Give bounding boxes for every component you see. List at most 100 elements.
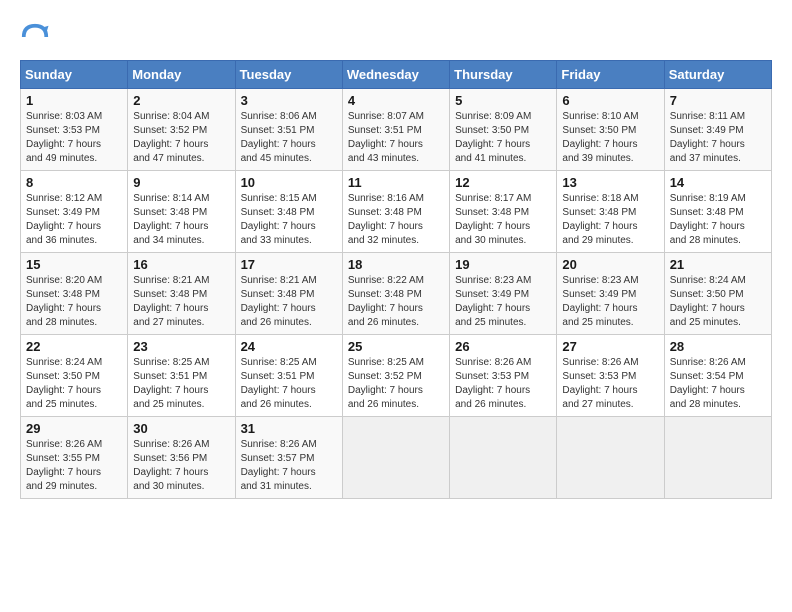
day-info: Sunrise: 8:03 AM Sunset: 3:53 PM Dayligh… xyxy=(26,110,122,166)
day-number: 30 xyxy=(133,421,229,436)
day-info: Sunrise: 8:26 AM Sunset: 3:53 PM Dayligh… xyxy=(562,356,658,412)
calendar-cell: 1 Sunrise: 8:03 AM Sunset: 3:53 PM Daylig… xyxy=(21,89,128,171)
calendar-cell: 9Sunrise: 8:14 AM Sunset: 3:48 PM Daylig… xyxy=(128,171,235,253)
day-number: 18 xyxy=(348,257,444,272)
day-number: 24 xyxy=(241,339,337,354)
day-info: Sunrise: 8:24 AM Sunset: 3:50 PM Dayligh… xyxy=(670,274,766,330)
calendar-cell: 17Sunrise: 8:21 AM Sunset: 3:48 PM Dayli… xyxy=(235,253,342,335)
calendar-week-1: 1 Sunrise: 8:03 AM Sunset: 3:53 PM Daylig… xyxy=(21,89,772,171)
calendar-cell: 19 Sunrise: 8:23 AM Sunset: 3:49 PM Dayli… xyxy=(450,253,557,335)
logo xyxy=(20,22,54,52)
calendar-cell xyxy=(342,417,449,499)
day-info: Sunrise: 8:24 AM Sunset: 3:50 PM Dayligh… xyxy=(26,356,122,412)
day-info: Sunrise: 8:21 AM Sunset: 3:48 PM Dayligh… xyxy=(133,274,229,330)
calendar-cell: 7 Sunrise: 8:11 AM Sunset: 3:49 PM Daylig… xyxy=(664,89,771,171)
day-number: 9 xyxy=(133,175,229,190)
calendar-cell: 27 Sunrise: 8:26 AM Sunset: 3:53 PM Dayli… xyxy=(557,335,664,417)
day-info: Sunrise: 8:23 AM Sunset: 3:49 PM Dayligh… xyxy=(562,274,658,330)
day-number: 3 xyxy=(241,93,337,108)
calendar-cell: 18 Sunrise: 8:22 AM Sunset: 3:48 PM Dayli… xyxy=(342,253,449,335)
day-number: 14 xyxy=(670,175,766,190)
day-number: 11 xyxy=(348,175,444,190)
day-info: Sunrise: 8:04 AM Sunset: 3:52 PM Dayligh… xyxy=(133,110,229,166)
day-number: 28 xyxy=(670,339,766,354)
day-info: Sunrise: 8:11 AM Sunset: 3:49 PM Dayligh… xyxy=(670,110,766,166)
calendar-cell: 3 Sunrise: 8:06 AM Sunset: 3:51 PM Daylig… xyxy=(235,89,342,171)
calendar-cell: 29 Sunrise: 8:26 AM Sunset: 3:55 PM Dayli… xyxy=(21,417,128,499)
day-number: 23 xyxy=(133,339,229,354)
day-info: Sunrise: 8:20 AM Sunset: 3:48 PM Dayligh… xyxy=(26,274,122,330)
calendar-cell: 14 Sunrise: 8:19 AM Sunset: 3:48 PM Dayli… xyxy=(664,171,771,253)
calendar-cell: 28 Sunrise: 8:26 AM Sunset: 3:54 PM Dayli… xyxy=(664,335,771,417)
day-info: Sunrise: 8:22 AM Sunset: 3:48 PM Dayligh… xyxy=(348,274,444,330)
day-number: 10 xyxy=(241,175,337,190)
logo-icon xyxy=(20,22,50,52)
calendar-cell: 24 Sunrise: 8:25 AM Sunset: 3:51 PM Dayli… xyxy=(235,335,342,417)
calendar-cell: 31 Sunrise: 8:26 AM Sunset: 3:57 PM Dayli… xyxy=(235,417,342,499)
day-info: Sunrise: 8:23 AM Sunset: 3:49 PM Dayligh… xyxy=(455,274,551,330)
day-info: Sunrise: 8:25 AM Sunset: 3:51 PM Dayligh… xyxy=(241,356,337,412)
calendar-cell: 2 Sunrise: 8:04 AM Sunset: 3:52 PM Daylig… xyxy=(128,89,235,171)
day-number: 29 xyxy=(26,421,122,436)
day-info: Sunrise: 8:25 AM Sunset: 3:51 PM Dayligh… xyxy=(133,356,229,412)
day-number: 4 xyxy=(348,93,444,108)
day-number: 2 xyxy=(133,93,229,108)
calendar-cell: 25 Sunrise: 8:25 AM Sunset: 3:52 PM Dayli… xyxy=(342,335,449,417)
calendar-week-3: 15 Sunrise: 8:20 AM Sunset: 3:48 PM Dayli… xyxy=(21,253,772,335)
column-header-saturday: Saturday xyxy=(664,61,771,89)
column-header-wednesday: Wednesday xyxy=(342,61,449,89)
day-number: 25 xyxy=(348,339,444,354)
day-number: 1 xyxy=(26,93,122,108)
calendar-header: SundayMondayTuesdayWednesdayThursdayFrid… xyxy=(21,61,772,89)
day-info: Sunrise: 8:25 AM Sunset: 3:52 PM Dayligh… xyxy=(348,356,444,412)
day-info: Sunrise: 8:26 AM Sunset: 3:55 PM Dayligh… xyxy=(26,438,122,494)
calendar-cell: 13 Sunrise: 8:18 AM Sunset: 3:48 PM Dayli… xyxy=(557,171,664,253)
column-header-sunday: Sunday xyxy=(21,61,128,89)
calendar-body: 1 Sunrise: 8:03 AM Sunset: 3:53 PM Daylig… xyxy=(21,89,772,499)
day-number: 19 xyxy=(455,257,551,272)
day-number: 7 xyxy=(670,93,766,108)
day-number: 26 xyxy=(455,339,551,354)
day-number: 31 xyxy=(241,421,337,436)
column-header-tuesday: Tuesday xyxy=(235,61,342,89)
calendar-cell: 4 Sunrise: 8:07 AM Sunset: 3:51 PM Daylig… xyxy=(342,89,449,171)
day-info: Sunrise: 8:26 AM Sunset: 3:57 PM Dayligh… xyxy=(241,438,337,494)
calendar-cell xyxy=(450,417,557,499)
column-header-friday: Friday xyxy=(557,61,664,89)
day-info: Sunrise: 8:26 AM Sunset: 3:54 PM Dayligh… xyxy=(670,356,766,412)
page-container: SundayMondayTuesdayWednesdayThursdayFrid… xyxy=(0,0,792,509)
day-number: 15 xyxy=(26,257,122,272)
day-number: 5 xyxy=(455,93,551,108)
calendar-week-2: 8 Sunrise: 8:12 AM Sunset: 3:49 PM Daylig… xyxy=(21,171,772,253)
day-number: 12 xyxy=(455,175,551,190)
day-info: Sunrise: 8:15 AM Sunset: 3:48 PM Dayligh… xyxy=(241,192,337,248)
day-info: Sunrise: 8:26 AM Sunset: 3:56 PM Dayligh… xyxy=(133,438,229,494)
day-info: Sunrise: 8:21 AM Sunset: 3:48 PM Dayligh… xyxy=(241,274,337,330)
day-info: Sunrise: 8:12 AM Sunset: 3:49 PM Dayligh… xyxy=(26,192,122,248)
calendar-cell: 8 Sunrise: 8:12 AM Sunset: 3:49 PM Daylig… xyxy=(21,171,128,253)
day-info: Sunrise: 8:06 AM Sunset: 3:51 PM Dayligh… xyxy=(241,110,337,166)
day-info: Sunrise: 8:19 AM Sunset: 3:48 PM Dayligh… xyxy=(670,192,766,248)
day-info: Sunrise: 8:07 AM Sunset: 3:51 PM Dayligh… xyxy=(348,110,444,166)
header xyxy=(20,18,772,52)
day-info: Sunrise: 8:09 AM Sunset: 3:50 PM Dayligh… xyxy=(455,110,551,166)
day-number: 22 xyxy=(26,339,122,354)
day-number: 27 xyxy=(562,339,658,354)
calendar-cell xyxy=(557,417,664,499)
calendar-cell: 26 Sunrise: 8:26 AM Sunset: 3:53 PM Dayli… xyxy=(450,335,557,417)
calendar-cell: 5 Sunrise: 8:09 AM Sunset: 3:50 PM Daylig… xyxy=(450,89,557,171)
calendar-cell xyxy=(664,417,771,499)
day-number: 21 xyxy=(670,257,766,272)
day-number: 13 xyxy=(562,175,658,190)
day-number: 8 xyxy=(26,175,122,190)
day-info: Sunrise: 8:18 AM Sunset: 3:48 PM Dayligh… xyxy=(562,192,658,248)
day-info: Sunrise: 8:16 AM Sunset: 3:48 PM Dayligh… xyxy=(348,192,444,248)
day-number: 20 xyxy=(562,257,658,272)
header-row: SundayMondayTuesdayWednesdayThursdayFrid… xyxy=(21,61,772,89)
calendar-cell: 16Sunrise: 8:21 AM Sunset: 3:48 PM Dayli… xyxy=(128,253,235,335)
day-info: Sunrise: 8:10 AM Sunset: 3:50 PM Dayligh… xyxy=(562,110,658,166)
day-info: Sunrise: 8:26 AM Sunset: 3:53 PM Dayligh… xyxy=(455,356,551,412)
calendar-cell: 30 Sunrise: 8:26 AM Sunset: 3:56 PM Dayli… xyxy=(128,417,235,499)
calendar-cell: 20 Sunrise: 8:23 AM Sunset: 3:49 PM Dayli… xyxy=(557,253,664,335)
calendar-week-5: 29 Sunrise: 8:26 AM Sunset: 3:55 PM Dayli… xyxy=(21,417,772,499)
